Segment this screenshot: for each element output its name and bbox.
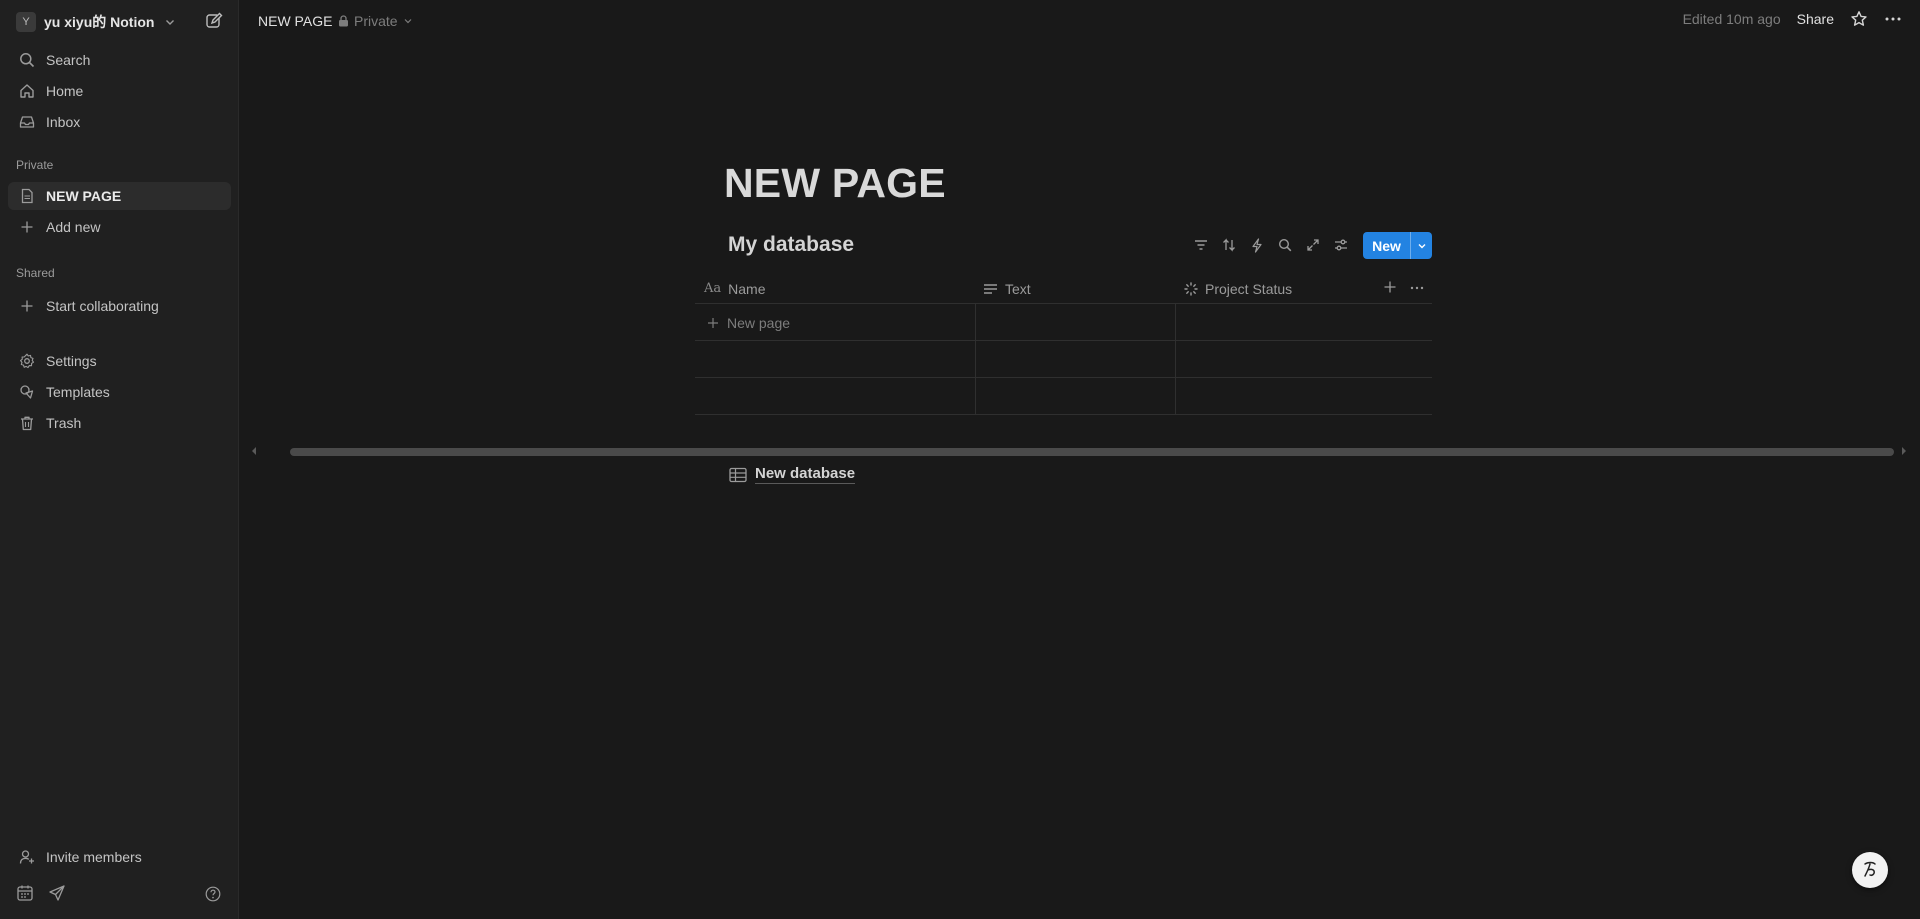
ai-face-icon [1859,859,1881,881]
sidebar-item-label: Settings [46,353,97,369]
sidebar-item-label: Search [46,52,91,68]
share-button[interactable]: Share [1797,11,1834,27]
lock-icon [338,15,349,27]
topbar-actions: Edited 10m ago Share [1683,10,1902,28]
settings-sliders-icon[interactable] [1333,236,1349,254]
breadcrumb-page-title[interactable]: NEW PAGE [258,13,332,29]
sidebar-item-new-page[interactable]: NEW PAGE [8,182,231,210]
lines-icon [983,283,998,295]
new-page-row[interactable]: New page [707,304,790,341]
sidebar-item-settings[interactable]: Settings [8,347,231,375]
column-divider [975,304,976,415]
column-label: Project Status [1205,280,1293,297]
inbox-icon [18,113,36,131]
chevron-down-icon[interactable] [1410,232,1432,259]
trash-icon [18,414,36,432]
sort-icon[interactable] [1221,236,1237,254]
table-row[interactable] [695,341,1432,378]
new-page-label: New page [727,314,791,331]
text-aa-icon: Aa [704,281,722,296]
send-icon[interactable] [48,884,66,902]
sidebar-item-label: Templates [46,384,110,400]
sidebar-item-label: Add new [46,219,101,235]
horizontal-scrollbar[interactable] [290,448,1894,456]
help-icon[interactable] [205,886,221,902]
sidebar-item-label: Inbox [46,114,81,130]
new-page-compose-icon[interactable] [205,12,223,30]
sidebar-item-label: Start collaborating [46,298,159,314]
column-divider [1175,304,1176,415]
star-icon[interactable] [1850,10,1868,28]
edited-timestamp: Edited 10m ago [1682,11,1781,27]
scroll-left-arrow-icon[interactable] [250,446,258,456]
sidebar-item-invite-members[interactable]: Invite members [8,843,231,871]
workspace-name: yu xiyu的 Notion [44,14,155,30]
status-icon [1184,281,1198,296]
search-icon [18,51,36,69]
linked-database-label: New database [755,465,856,484]
chevron-down-icon [164,16,176,28]
page-title[interactable]: NEW PAGE [724,160,946,207]
gear-icon [18,352,36,370]
linked-database[interactable]: New database [729,465,856,484]
plus-icon [18,297,36,315]
sidebar-item-label: Invite members [46,849,142,865]
sidebar-item-add-new[interactable]: Add new [8,213,231,241]
sidebar-section-private: Private [16,158,54,172]
plus-icon [18,218,36,236]
workspace-switcher[interactable]: Y yu xiyu的 Notion [16,11,176,33]
sidebar-item-start-collaborating[interactable]: Start collaborating [8,292,231,320]
calendar-icon[interactable] [16,884,34,902]
sidebar-footer [16,884,66,902]
user-plus-icon [18,848,36,866]
search-icon[interactable] [1277,236,1293,254]
column-label: Text [1005,280,1031,297]
sidebar-item-inbox[interactable]: Inbox [8,108,231,136]
scroll-right-arrow-icon[interactable] [1900,446,1908,456]
sidebar: Y yu xiyu的 Notion Search Home Inbox Priv… [0,0,239,919]
column-label: Name [728,280,766,297]
expand-icon[interactable] [1305,236,1321,254]
notion-ai-button[interactable] [1852,852,1888,888]
database-toolbar [1193,236,1349,254]
table-header: Aa Name Text Project Status [695,273,1432,304]
table-icon [729,467,747,483]
add-column-plus-icon[interactable] [1383,280,1397,294]
sidebar-item-label: Home [46,83,84,99]
column-header-name[interactable]: Aa Name [704,273,766,304]
sidebar-item-templates[interactable]: Templates [8,378,231,406]
more-icon[interactable] [1884,10,1902,28]
new-button-label[interactable]: New [1363,232,1410,259]
templates-icon [18,383,36,401]
new-record-button: New [1363,232,1432,259]
sidebar-item-home[interactable]: Home [8,77,231,105]
chevron-down-icon [403,16,413,26]
home-icon [18,82,36,100]
sidebar-item-label: NEW PAGE [46,188,122,204]
column-header-project-status[interactable]: Project Status [1184,273,1292,304]
privacy-selector[interactable]: Private [338,13,413,29]
sidebar-item-label: Trash [46,415,82,431]
database-table: Aa Name Text Project Status New page [695,273,1432,415]
privacy-label: Private [354,13,398,29]
workspace-avatar: Y [16,12,36,32]
column-header-text[interactable]: Text [983,273,1031,304]
table-row[interactable]: New page [695,304,1432,341]
page-icon [18,187,36,205]
filter-icon[interactable] [1193,236,1209,254]
automation-bolt-icon[interactable] [1249,236,1265,254]
database-title[interactable]: My database [728,233,854,257]
table-row[interactable] [695,378,1432,415]
sidebar-item-search[interactable]: Search [8,46,231,74]
sidebar-section-shared: Shared [16,266,55,280]
plus-icon [707,317,719,329]
sidebar-item-trash[interactable]: Trash [8,409,231,437]
more-icon[interactable] [1409,280,1425,296]
